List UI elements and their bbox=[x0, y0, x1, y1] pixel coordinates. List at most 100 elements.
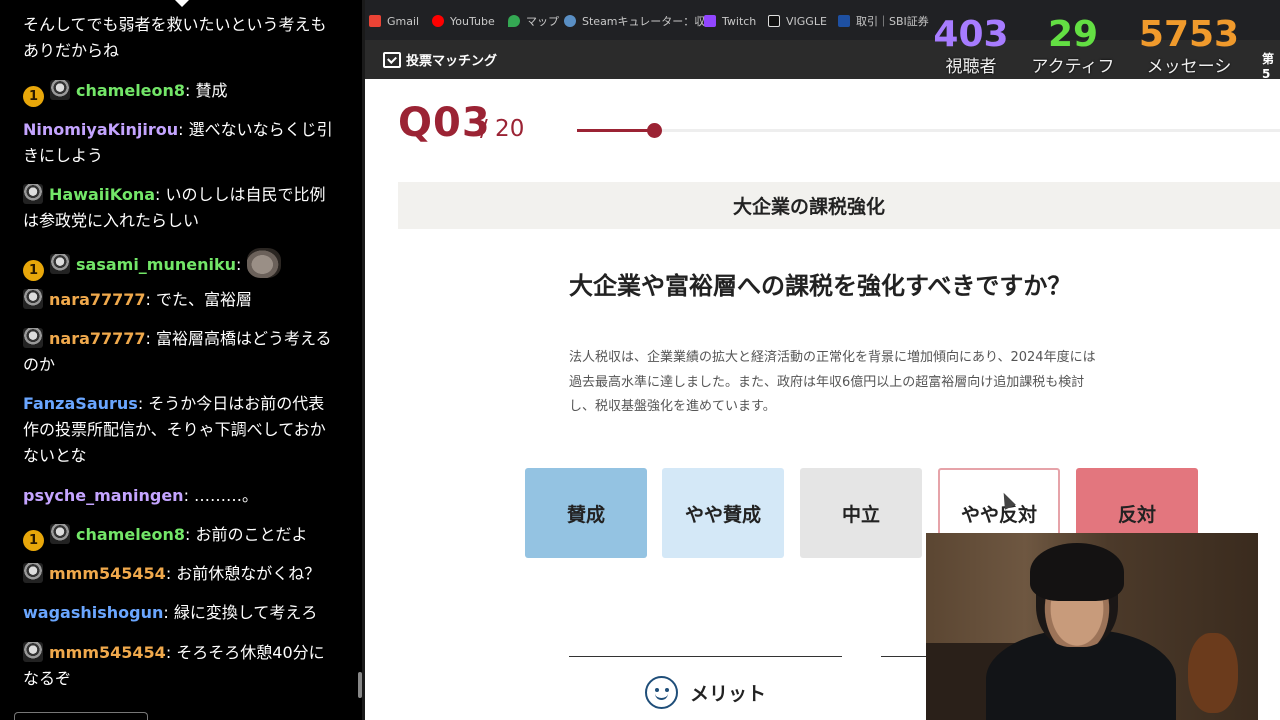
chat-message-text: : bbox=[236, 255, 242, 274]
user-avatar-icon bbox=[23, 289, 43, 309]
progress-knob bbox=[647, 123, 662, 138]
bookmark-sbi[interactable]: 取引｜SBI証券 bbox=[838, 12, 929, 30]
progress-fill bbox=[577, 129, 653, 132]
ballot-check-icon bbox=[383, 51, 401, 68]
chat-message: 1 chameleon8: お前のことだよ bbox=[23, 522, 338, 551]
sub-badge-icon: 1 bbox=[23, 86, 44, 107]
chat-message: wagashishogun: 緑に変換して考えろ bbox=[23, 600, 338, 626]
description-line: し、税収基盤強化を進めています。 bbox=[569, 399, 776, 414]
webcam-overlay bbox=[926, 533, 1258, 720]
bookmark-maps[interactable]: マップ bbox=[508, 12, 559, 30]
viggle-icon bbox=[768, 15, 780, 27]
chat-username[interactable]: mmm545454 bbox=[49, 564, 166, 583]
smile-icon bbox=[645, 676, 678, 709]
user-avatar-icon bbox=[23, 328, 43, 348]
progress-track bbox=[577, 129, 1280, 132]
sub-badge-icon: 1 bbox=[23, 260, 44, 281]
chat-username[interactable]: sasami_muneniku bbox=[76, 255, 236, 274]
gmail-icon bbox=[369, 15, 381, 27]
twitch-icon bbox=[704, 15, 716, 27]
side-tag: 第5 bbox=[1262, 52, 1275, 81]
question-title: 大企業や富裕層への課税を強化すべきですか？ bbox=[569, 272, 1072, 300]
chat-message: nara77777: でた、富裕層 bbox=[23, 287, 338, 313]
question-total: / 20 bbox=[480, 116, 525, 142]
site-name: 投票マッチング bbox=[406, 54, 498, 69]
chat-message-text: そんしてでも弱者を救いたいという考えもありだからね bbox=[23, 15, 327, 60]
bookmark-gmail[interactable]: Gmail bbox=[369, 12, 419, 30]
hamster-emote-icon bbox=[246, 248, 281, 278]
chat-username[interactable]: wagashishogun bbox=[23, 603, 163, 622]
chat-message: 1 sasami_muneniku: bbox=[23, 248, 338, 281]
site-logo[interactable]: 投票マッチング bbox=[383, 50, 497, 69]
chat-message-text: : 賛成 bbox=[185, 81, 228, 100]
chat-username[interactable]: nara77777 bbox=[49, 290, 146, 309]
bookmark-twitch[interactable]: Twitch bbox=[704, 12, 756, 30]
chat-message-text: : でた、富裕層 bbox=[145, 290, 253, 309]
user-avatar-icon bbox=[23, 184, 43, 204]
viewer-count: 403 bbox=[933, 14, 1009, 55]
active-stat: 29 アクティフ bbox=[1025, 14, 1121, 78]
choice-agree-button[interactable]: 賛成 bbox=[525, 468, 647, 558]
user-avatar-icon bbox=[23, 563, 43, 583]
bookmark-youtube[interactable]: YouTube bbox=[432, 12, 495, 30]
choice-somewhat-agree-button[interactable]: やや賛成 bbox=[662, 468, 784, 558]
user-avatar-icon bbox=[23, 642, 43, 662]
bookmark-label: YouTube bbox=[450, 14, 495, 28]
chat-username[interactable]: chameleon8 bbox=[76, 81, 185, 100]
chat-message: nara77777: 富裕層高橋はどう考えるのか bbox=[23, 326, 338, 378]
category-bar: 大企業の課税強化 bbox=[398, 182, 1280, 229]
chat-message-text: : ………。 bbox=[183, 486, 259, 505]
chat-message: psyche_maningen: ………。 bbox=[23, 483, 338, 509]
user-avatar-icon bbox=[50, 254, 70, 274]
bookmark-label: Gmail bbox=[387, 14, 420, 28]
question-description: 法人税収は、企業業績の拡大と経済活動の正常化を背景に増加傾向にあり、2024年度… bbox=[569, 346, 1149, 420]
chat-username[interactable]: psyche_maningen bbox=[23, 486, 184, 505]
choice-neutral-button[interactable]: 中立 bbox=[800, 468, 922, 558]
bookmark-steam[interactable]: Steamキュレーター：収... bbox=[564, 12, 716, 30]
chat-message: mmm545454: お前休憩ながくね？ bbox=[23, 561, 338, 587]
guitar-image bbox=[1188, 633, 1238, 713]
active-label: アクティフ bbox=[1031, 57, 1115, 77]
bookmark-label: Twitch bbox=[722, 14, 757, 28]
chat-username[interactable]: chameleon8 bbox=[76, 525, 185, 544]
question-number: Q03 bbox=[398, 100, 491, 146]
chat-username[interactable]: NinomiyaKinjirou bbox=[23, 120, 178, 139]
chat-username[interactable]: HawaiiKona bbox=[49, 185, 155, 204]
bookmark-label: Steamキュレーター：収... bbox=[582, 15, 716, 28]
bookmark-viggle[interactable]: VIGGLE bbox=[768, 12, 827, 30]
active-count: 29 bbox=[1047, 14, 1099, 55]
chat-message-text: : お前休憩ながくね？ bbox=[165, 564, 321, 583]
viewer-label: 視聴者 bbox=[945, 57, 997, 77]
chat-username[interactable]: nara77777 bbox=[49, 329, 146, 348]
chat-username[interactable]: mmm545454 bbox=[49, 643, 166, 662]
chat-message: FanzaSaurus: そうか今日はお前の代表作の投票所配信か、そりゃ下調べし… bbox=[23, 391, 338, 469]
message-stat: 5753 メッセーシ bbox=[1137, 15, 1241, 78]
youtube-icon bbox=[432, 15, 444, 27]
viewer-stat: 403 視聴者 bbox=[931, 14, 1011, 78]
description-line: 法人税収は、企業業績の拡大と経済活動の正常化を背景に増加傾向にあり、2024年度… bbox=[569, 350, 1096, 365]
bookmark-label: 取引｜SBI証券 bbox=[856, 15, 929, 28]
merit-heading: メリット bbox=[645, 676, 766, 709]
chat-message: mmm545454: そろそろ休憩40分になるぞ bbox=[23, 640, 338, 692]
chat-message-text: : お前のことだよ bbox=[185, 525, 308, 544]
message-label: メッセーシ bbox=[1146, 57, 1232, 77]
chat-message: そんしてでも弱者を救いたいという考えもありだからね bbox=[23, 12, 338, 64]
chat-message-text: : 緑に変換して考えろ bbox=[163, 603, 318, 622]
sbi-icon bbox=[838, 15, 850, 27]
bookmark-label: マップ bbox=[526, 15, 559, 28]
chat-username[interactable]: FanzaSaurus bbox=[23, 394, 138, 413]
chat-message: 1 chameleon8: 賛成 bbox=[23, 78, 338, 107]
steam-icon bbox=[564, 15, 576, 27]
maps-icon bbox=[508, 15, 520, 27]
user-avatar-icon bbox=[50, 524, 70, 544]
user-avatar-icon bbox=[50, 80, 70, 100]
chat-top-arrow-icon[interactable] bbox=[175, 0, 189, 7]
chat-message: HawaiiKona: いのししは自民で比例は参政党に入れたらしい bbox=[23, 182, 338, 234]
chat-panel: そんしてでも弱者を救いたいという考えもありだからね 1 chameleon8: 賛… bbox=[0, 0, 365, 720]
description-line: 過去最高水準に達しました。また、政府は年収6億円以上の超富裕層向け追加課税も検討 bbox=[569, 374, 1085, 390]
category-title: 大企業の課税強化 bbox=[732, 196, 885, 218]
bookmark-label: VIGGLE bbox=[786, 14, 827, 28]
merit-divider bbox=[569, 656, 842, 657]
chat-input[interactable] bbox=[14, 712, 148, 720]
chat-message: NinomiyaKinjirou: 選べないならくじ引きにしよう bbox=[23, 117, 338, 169]
